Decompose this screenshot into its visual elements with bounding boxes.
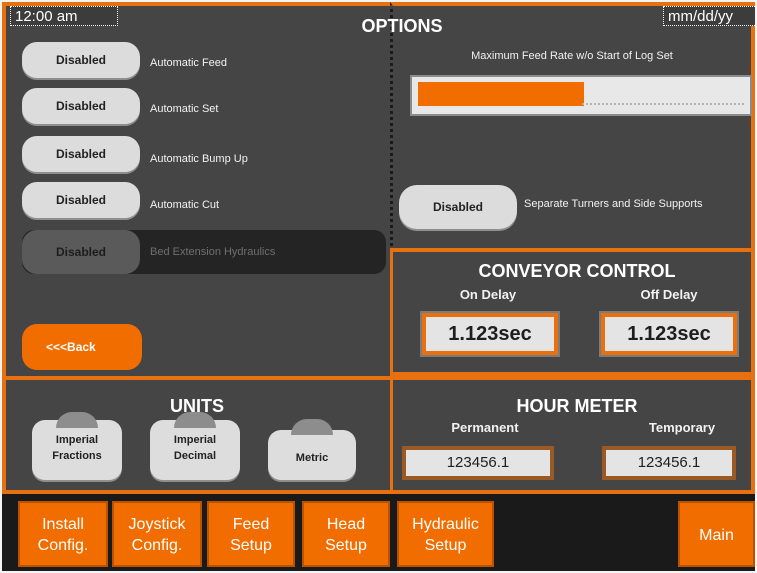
hour-meter-title: HOUR METER [516,396,638,416]
install-config-line1: Install [42,516,84,533]
off-delay-input[interactable]: 1.123sec [599,311,739,357]
imperial-fractions-line1: Imperial [55,434,99,446]
back-button[interactable]: <<<Back [22,324,142,370]
imperial-fractions-button[interactable]: Imperial Fractions [32,412,122,480]
temporary-label: Temporary [648,420,716,435]
joystick-config-line1: Joystick [128,516,186,533]
permanent-hour-value: 123456.1 [402,446,554,480]
bed-extension-hydraulics-toggle: Disabled [22,230,140,274]
head-setup-line1: Head [326,516,366,533]
conveyor-control-title: CONVEYOR CONTROL [478,261,676,281]
hydraulic-setup-line2: Setup [424,537,467,554]
hydraulic-setup-button[interactable]: Hydraulic Setup [397,501,494,567]
hydraulic-setup-line1: Hydraulic [412,516,479,533]
on-delay-label: On Delay [459,287,517,302]
separate-turners-toggle[interactable]: Disabled [399,185,517,229]
automatic-bump-up-label: Automatic Bump Up [150,153,248,165]
main-label: Main [699,527,734,544]
feed-rate-slider[interactable] [410,75,752,116]
imperial-fractions-line2: Fractions [52,450,102,462]
automatic-feed-label: Automatic Feed [150,57,228,69]
joystick-config-button[interactable]: Joystick Config. [112,501,202,567]
install-config-line2: Config. [37,537,89,554]
automatic-set-toggle[interactable]: Disabled [22,88,140,124]
on-delay-input[interactable]: 1.123sec [420,311,560,357]
permanent-label: Permanent [451,420,519,435]
off-delay-label: Off Delay [640,287,698,302]
feed-rate-fill [418,82,584,106]
head-setup-button[interactable]: Head Setup [302,501,390,567]
head-setup-line2: Setup [325,537,367,554]
bed-extension-hydraulics-label: Bed Extension Hydraulics [150,246,276,258]
automatic-set-label: Automatic Set [150,103,219,115]
automatic-bump-up-toggle[interactable]: Disabled [22,136,140,172]
feed-setup-line2: Setup [230,537,272,554]
feed-rate-tick-line [582,103,744,107]
imperial-decimal-line2: Decimal [173,450,217,462]
feed-setup-button[interactable]: Feed Setup [207,501,295,567]
install-config-button[interactable]: Install Config. [18,501,108,567]
metric-button[interactable]: Metric [268,419,356,480]
date-display: mm/dd/yy [663,6,755,26]
automatic-cut-toggle[interactable]: Disabled [22,182,140,218]
feed-rate-label: Maximum Feed Rate w/o Start of Log Set [471,50,673,62]
temporary-hour-value: 123456.1 [602,446,736,480]
automatic-feed-toggle[interactable]: Disabled [22,42,140,78]
control-screen: 12:00 am OPTIONS mm/dd/yy Disabled Autom… [2,2,755,571]
feed-setup-line1: Feed [232,516,270,533]
imperial-decimal-button[interactable]: Imperial Decimal [150,412,240,480]
main-button[interactable]: Main [678,501,755,567]
separate-turners-label: Separate Turners and Side Supports [524,198,703,210]
imperial-decimal-line1: Imperial [173,434,217,446]
joystick-config-line2: Config. [131,537,183,554]
metric-label: Metric [295,452,329,464]
page-title: OPTIONS [361,16,443,36]
clock-display: 12:00 am [10,6,118,26]
automatic-cut-label: Automatic Cut [150,199,220,211]
